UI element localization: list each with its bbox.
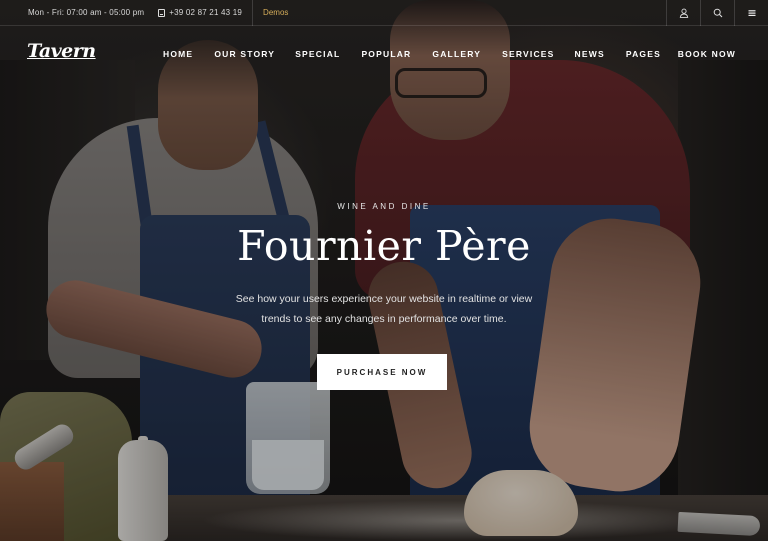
phone-icon: [158, 8, 166, 17]
book-now-link[interactable]: BOOK NOW: [678, 49, 736, 59]
nav-item-news[interactable]: NEWS: [575, 49, 605, 59]
search-icon: [713, 8, 722, 18]
nav-item-our-story[interactable]: OUR STORY: [214, 49, 275, 59]
nav-item-special[interactable]: SPECIAL: [295, 49, 340, 59]
nav-item-services[interactable]: SERVICES: [502, 49, 554, 59]
user-icon: [679, 8, 688, 18]
hero-description-line: trends to see any changes in performance…: [261, 313, 507, 325]
hero-eyebrow: WINE AND DINE: [337, 202, 431, 211]
search-button[interactable]: [700, 0, 734, 26]
hero-description-line: See how your users experience your websi…: [235, 293, 533, 305]
menu-button[interactable]: [734, 0, 768, 26]
nav-item-home[interactable]: HOME: [163, 49, 193, 59]
phone-number: +39 02 87 21 43 19: [169, 8, 243, 17]
nav-item-pages[interactable]: PAGES: [626, 49, 661, 59]
account-button[interactable]: [666, 0, 700, 26]
nav-item-gallery[interactable]: GALLERY: [432, 49, 481, 59]
topbar-actions: [666, 0, 768, 26]
purchase-now-button[interactable]: PURCHASE NOW: [317, 354, 447, 390]
opening-hours: Mon - Fri: 07:00 am - 05:00 pm: [28, 8, 145, 17]
top-bar: Mon - Fri: 07:00 am - 05:00 pm +39 02 87…: [0, 0, 768, 26]
nav-menu: HOME OUR STORY SPECIAL POPULAR GALLERY S…: [163, 49, 661, 59]
main-navigation: Tavern HOME OUR STORY SPECIAL POPULAR GA…: [0, 26, 768, 82]
demos-link[interactable]: Demos: [263, 8, 288, 17]
hero-description: See how your users experience your websi…: [224, 289, 544, 329]
hero-title: Fournier Père: [237, 222, 531, 270]
site-logo[interactable]: Tavern: [27, 40, 96, 62]
nav-item-popular[interactable]: POPULAR: [361, 49, 411, 59]
phone-info: +39 02 87 21 43 19: [158, 8, 242, 17]
menu-icon: [748, 10, 755, 16]
divider: [252, 0, 254, 26]
